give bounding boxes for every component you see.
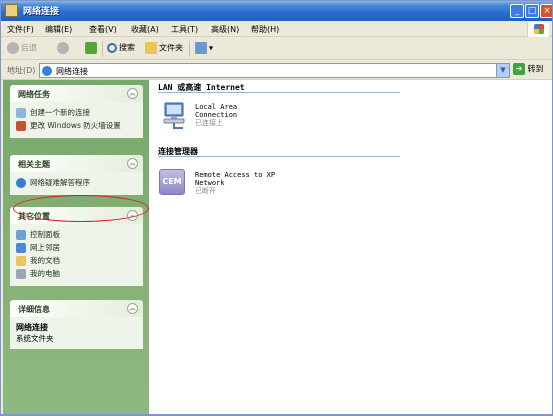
details-header[interactable]: 详细信息 ︽ [10,300,143,317]
go-button[interactable]: ➜ 转到 [513,63,544,78]
toolbar-separator [189,41,190,57]
lan-connection-item[interactable]: Local Area Connection 已连接上 [159,101,459,135]
window-title: 网络连接 [23,7,60,17]
info-icon [16,178,26,188]
task-pane: 网络任务 ︽ 创建一个新的连接 更改 Windows 防火墙设置 相关主题 ︽ [3,80,149,414]
firewall-icon [16,121,26,131]
network-tasks-header[interactable]: 网络任务 ︽ [10,85,143,102]
network-connection-icon [163,102,185,129]
group-divider [158,92,400,93]
collapse-chevron-icon[interactable]: ︽ [127,303,138,314]
control-panel-link[interactable]: 控制面板 [16,229,137,242]
menu-help[interactable]: 帮助(H) [251,24,279,35]
details-type: 系统文件夹 [16,334,54,343]
folders-button[interactable]: 文件夹 [145,42,183,56]
minimize-button[interactable]: _ [510,4,524,18]
highlight-annotation [13,195,149,222]
network-tasks-panel: 网络任务 ︽ 创建一个新的连接 更改 Windows 防火墙设置 [10,85,143,138]
address-bar: 地址(D) 网络连接 ▼ ➜ 转到 [1,61,552,80]
address-dropdown-button[interactable]: ▼ [496,64,509,77]
menu-advanced[interactable]: 高级(N) [211,24,239,35]
views-icon [195,42,207,54]
collapse-chevron-icon[interactable]: ︽ [127,158,138,169]
network-folder-icon [5,4,18,17]
folder-icon [145,42,157,54]
vpn-status: 已断开 [195,187,216,195]
back-arrow-icon [7,42,19,54]
lan-name-line1: Local Area [195,103,238,111]
toolbar: 后退 搜索 文件夹 ▾ [1,38,552,60]
vpn-name-line2: Network [195,179,225,187]
forward-arrow-icon [57,42,69,54]
connection-manager-icon: CEM [159,169,189,199]
computer-icon [16,269,26,279]
related-topics-panel: 相关主题 ︽ 网络疑难解答程序 [10,155,143,195]
network-troubleshooter-link[interactable]: 网络疑难解答程序 [16,177,137,190]
firewall-settings-link[interactable]: 更改 Windows 防火墙设置 [16,120,137,133]
explorer-window: 网络连接 _ □ × 文件(F) 编辑(E) 查看(V) 收藏(A) 工具(T)… [0,0,553,416]
my-computer-link[interactable]: 我的电脑 [16,268,137,281]
windows-flag-icon [534,24,544,34]
maximize-button[interactable]: □ [525,4,539,18]
menu-bar: 文件(F) 编辑(E) 查看(V) 收藏(A) 工具(T) 高级(N) 帮助(H… [1,21,552,37]
menu-edit[interactable]: 编辑(E) [45,24,72,35]
title-bar[interactable]: 网络连接 _ □ × [1,1,552,21]
menu-tools[interactable]: 工具(T) [171,24,198,35]
search-icon [107,42,117,53]
lan-name-line2: Connection [195,111,238,119]
search-button[interactable]: 搜索 [107,42,135,56]
group-divider [158,156,400,157]
my-documents-link[interactable]: 我的文档 [16,255,137,268]
menu-favorites[interactable]: 收藏(A) [131,24,159,35]
new-connection-icon [16,108,26,118]
forward-button[interactable] [57,42,71,56]
details-panel: 详细信息 ︽ 网络连接 系统文件夹 [10,300,143,349]
details-name: 网络连接 [16,323,48,332]
back-button[interactable]: 后退 [7,42,37,56]
vpn-connection-item[interactable]: CEM Remote Access to XP Network 已断开 [159,169,459,203]
address-input[interactable]: 网络连接 ▼ [39,63,510,78]
toolbar-separator [102,41,103,57]
lan-status: 已连接上 [195,119,223,127]
windows-logo [527,22,549,37]
close-button[interactable]: × [540,4,552,18]
create-connection-link[interactable]: 创建一个新的连接 [16,107,137,120]
vpn-name-line1: Remote Access to XP [195,171,276,179]
network-icon [42,66,52,76]
menu-view[interactable]: 查看(V) [89,24,117,35]
menu-file[interactable]: 文件(F) [7,24,34,35]
control-panel-icon [16,230,26,240]
views-button[interactable]: ▾ [195,42,213,56]
address-value: 网络连接 [56,67,88,76]
collapse-chevron-icon[interactable]: ︽ [127,88,138,99]
network-places-icon [16,243,26,253]
network-places-link[interactable]: 网上邻居 [16,242,137,255]
up-folder-button[interactable] [85,42,99,56]
up-folder-icon [85,42,97,54]
documents-icon [16,256,26,266]
related-topics-header[interactable]: 相关主题 ︽ [10,155,143,172]
address-label: 地址(D) [7,66,36,75]
go-arrow-icon: ➜ [513,63,525,75]
connections-view: LAN 或高速 Internet Local Area Connection 已… [149,80,552,414]
